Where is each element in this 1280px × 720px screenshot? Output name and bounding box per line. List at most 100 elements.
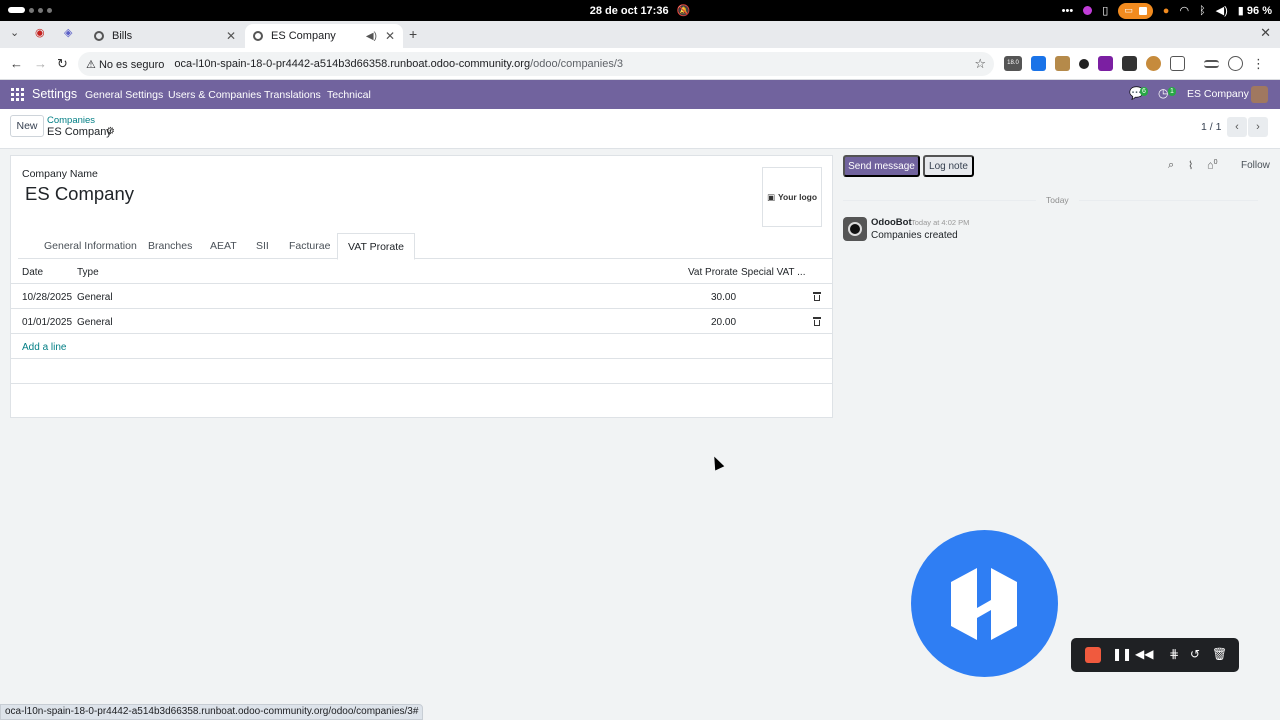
company-name-field[interactable]: ES Company xyxy=(25,183,134,205)
black-extension-icon[interactable] xyxy=(1122,56,1137,71)
add-line-link[interactable]: Add a line xyxy=(22,342,66,353)
puzzle-extensions-icon[interactable] xyxy=(1170,56,1185,71)
close-tab-icon[interactable]: ✕ xyxy=(226,29,236,43)
app-switcher-icon[interactable] xyxy=(11,88,24,101)
column-vat-prorate[interactable]: Vat Prorate xyxy=(688,267,738,278)
purple-extension-icon[interactable] xyxy=(1098,56,1113,71)
column-type[interactable]: Type xyxy=(77,267,99,278)
brown-extension-icon[interactable] xyxy=(1055,56,1070,71)
new-button[interactable]: New xyxy=(10,115,44,137)
odoo-navbar: Settings General Settings Users & Compan… xyxy=(0,80,1280,109)
cell-date[interactable]: 01/01/2025 xyxy=(22,317,72,328)
cell-vat-prorate[interactable]: 30.00 xyxy=(711,292,736,303)
color-app-icon[interactable] xyxy=(1083,6,1093,15)
tab-title: ES Company xyxy=(271,30,336,42)
table-row[interactable]: 01/01/2025 General 20.00 xyxy=(11,309,832,334)
column-special-vat[interactable]: Special VAT ... xyxy=(741,267,805,278)
odoobot-avatar[interactable] xyxy=(843,217,867,241)
gear-icon[interactable]: ⚙ xyxy=(106,126,115,137)
screen-record-indicator[interactable]: ▭ xyxy=(1118,2,1153,19)
pager-next-icon[interactable]: › xyxy=(1248,117,1268,137)
menu-users-companies[interactable]: Users & Companies xyxy=(168,89,261,101)
cell-date[interactable]: 10/28/2025 xyxy=(22,292,72,303)
pager-previous-icon[interactable]: ‹ xyxy=(1227,117,1247,137)
restart-icon[interactable]: ↺ xyxy=(1190,647,1200,661)
close-tab-icon[interactable]: ✕ xyxy=(385,29,395,43)
close-window-icon[interactable]: ✕ xyxy=(1260,25,1271,41)
audio-playing-icon[interactable]: ◀) xyxy=(366,31,377,42)
reload-icon[interactable]: ↻ xyxy=(57,56,68,72)
tab-general-information[interactable]: General Information xyxy=(34,233,147,259)
tab-bills[interactable]: Bills ✕ xyxy=(86,24,244,48)
breadcrumb-companies[interactable]: Companies xyxy=(47,115,95,126)
cell-vat-prorate[interactable]: 20.00 xyxy=(711,317,736,328)
search-icon[interactable]: ⌕ xyxy=(1168,159,1174,172)
browser-tabstrip: ⌄ ◉ ◈ Bills ✕ ES Company ◀) ✕ + ✕ xyxy=(0,21,1280,48)
tab-search-icon[interactable]: ⌄ xyxy=(10,26,19,39)
odoo-version-extension-icon[interactable]: 18.0 xyxy=(1004,56,1022,71)
tab-sii[interactable]: SII xyxy=(246,233,279,259)
mouse-cursor-icon xyxy=(709,454,725,471)
forward-icon[interactable]: → xyxy=(34,56,47,71)
tab-branches[interactable]: Branches xyxy=(138,233,202,259)
company-switcher[interactable]: ES Company xyxy=(1187,88,1249,100)
cell-type[interactable]: General xyxy=(77,292,113,303)
trash-icon[interactable]: 🗑 xyxy=(1212,647,1227,661)
add-line-row: Add a line xyxy=(11,334,832,359)
browser-menu-icon[interactable]: ⋮ xyxy=(1252,57,1265,70)
stop-recording-icon[interactable] xyxy=(1085,647,1101,663)
link-status-bar: oca-l10n-spain-18-0-pr4442-a514b3d66358.… xyxy=(0,704,424,720)
message-author[interactable]: OdooBot xyxy=(871,217,912,228)
new-tab-icon[interactable]: + xyxy=(409,26,417,42)
rewind-icon[interactable]: ◀◀ xyxy=(1135,647,1153,661)
address-bar[interactable]: ⚠ No es seguro oca-l10n-spain-18-0-pr444… xyxy=(78,52,994,76)
table-row[interactable]: 10/28/2025 General 30.00 xyxy=(11,284,832,309)
pause-icon[interactable]: ❚❚ xyxy=(1112,647,1132,661)
activities-icon[interactable]: ◷ xyxy=(1158,86,1168,100)
reading-list-icon[interactable] xyxy=(1204,59,1219,68)
delete-row-icon[interactable] xyxy=(813,292,821,301)
paperclip-icon[interactable]: ⌇ xyxy=(1188,159,1193,172)
cell-type[interactable]: General xyxy=(77,317,113,328)
tab-es-company[interactable]: ES Company ◀) ✕ xyxy=(245,24,403,48)
security-chip[interactable]: ⚠ No es seguro xyxy=(86,58,164,71)
company-logo-field[interactable]: ▣ Your logo xyxy=(762,167,822,227)
clock-text: 28 de oct 17:36 xyxy=(589,5,669,17)
bluetooth-icon[interactable]: ᛒ xyxy=(1199,5,1206,17)
battery-level[interactable]: ▮ 96 % xyxy=(1238,4,1272,17)
send-message-button[interactable]: Send message xyxy=(843,155,920,177)
follow-button[interactable]: Follow xyxy=(1241,160,1270,171)
delete-row-icon[interactable] xyxy=(813,317,821,326)
extensions-area: 18.0 ⋮ xyxy=(1004,56,1265,71)
bookmark-star-icon[interactable]: ☆ xyxy=(974,56,986,72)
menu-technical[interactable]: Technical xyxy=(327,89,371,101)
blue-extension-icon[interactable] xyxy=(1031,56,1046,71)
pager-value[interactable]: 1 / 1 xyxy=(1201,121,1221,133)
logo-placeholder-text: Your logo xyxy=(778,192,818,202)
os-top-bar: 28 de oct 17:36 🔕 ••• ▯ ▭ ● ◠ ᛒ ◀) ▮ 96 % xyxy=(0,0,1280,21)
column-date[interactable]: Date xyxy=(22,267,43,278)
recording-tab-icon[interactable]: ◉ xyxy=(35,26,45,39)
mic-icon[interactable]: ● xyxy=(1163,5,1170,17)
menu-general-settings[interactable]: General Settings xyxy=(85,89,163,101)
menu-translations[interactable]: Translations xyxy=(264,89,321,101)
profile-icon[interactable] xyxy=(1228,56,1243,71)
tab-vat-prorate[interactable]: VAT Prorate xyxy=(337,233,416,260)
odoo-favicon-icon xyxy=(94,31,104,41)
dark-extension-icon[interactable] xyxy=(1079,58,1089,69)
battery-text: 96 % xyxy=(1246,5,1272,17)
grid-icon[interactable]: ⋕ xyxy=(1169,647,1179,661)
app-title[interactable]: Settings xyxy=(32,87,77,101)
clipboard-icon[interactable]: ▯ xyxy=(1102,4,1108,17)
volume-icon[interactable]: ◀) xyxy=(1216,4,1228,17)
orange-extension-icon[interactable] xyxy=(1146,56,1161,71)
user-avatar[interactable] xyxy=(1251,86,1268,103)
tab-facturae[interactable]: Facturae xyxy=(279,233,340,259)
more-icon[interactable]: ••• xyxy=(1062,5,1074,17)
extension-tab-icon[interactable]: ◈ xyxy=(64,26,72,39)
back-icon[interactable]: ← xyxy=(10,56,23,71)
wifi-icon[interactable]: ◠ xyxy=(1179,4,1189,17)
tab-aeat[interactable]: AEAT xyxy=(200,233,247,259)
log-note-button[interactable]: Log note xyxy=(923,155,974,177)
followers-icon[interactable]: ⌂0 xyxy=(1207,159,1218,172)
